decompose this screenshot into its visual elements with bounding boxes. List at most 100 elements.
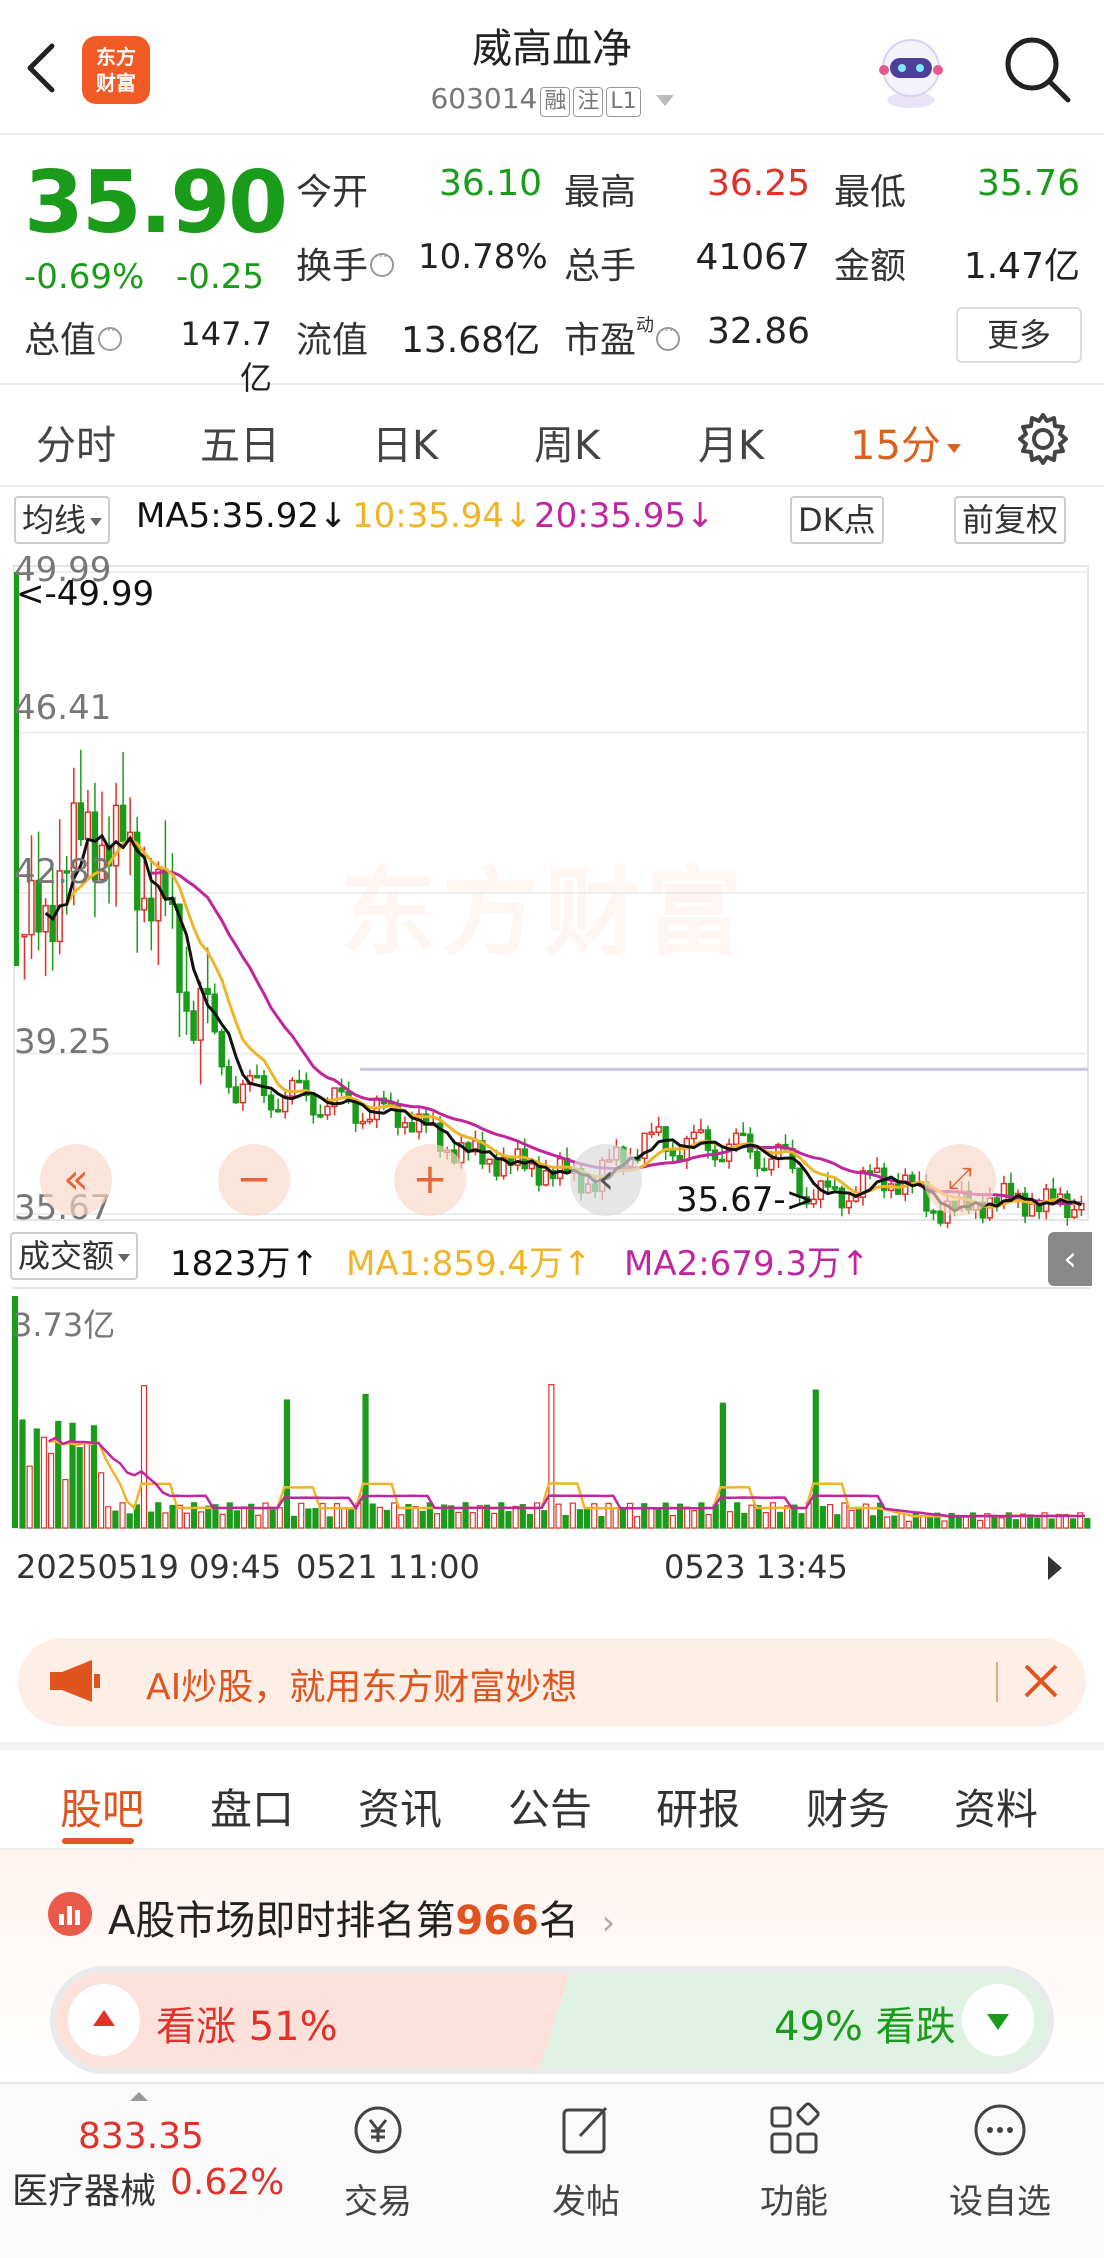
volume-bar bbox=[555, 1503, 562, 1529]
grid-features-icon bbox=[770, 2102, 820, 2154]
tab-profile[interactable]: 资料 bbox=[954, 1776, 1038, 1837]
ai-banner[interactable]: AI炒股，就用东方财富妙想 bbox=[18, 1638, 1086, 1726]
nav-add-watchlist[interactable]: 设自选 bbox=[930, 2100, 1070, 2223]
tab-announcements[interactable]: 公告 bbox=[508, 1776, 592, 1837]
volume-bar bbox=[784, 1505, 791, 1529]
collapse-arrow-icon[interactable]: ‹ bbox=[1048, 1232, 1092, 1286]
ranking-text[interactable]: A股市场即时排名第966名 › bbox=[108, 1888, 615, 1946]
volume-chart[interactable] bbox=[0, 1286, 1104, 1530]
candle bbox=[183, 991, 190, 1012]
min-price-marker: 35.67-> bbox=[676, 1180, 815, 1220]
ma10-value: 10:35.94↓ bbox=[352, 496, 533, 536]
amount-label: 金额 bbox=[834, 246, 907, 287]
candle bbox=[993, 1197, 1001, 1204]
tab-intraday[interactable]: 分时 bbox=[36, 413, 116, 471]
candle bbox=[155, 868, 162, 922]
volume-bar bbox=[691, 1510, 698, 1529]
volume-bar bbox=[305, 1508, 312, 1529]
tab-weekly-k[interactable]: 周K bbox=[534, 413, 600, 471]
ma-toggle[interactable]: 均线 bbox=[14, 496, 111, 544]
tab-finance[interactable]: 财务 bbox=[806, 1776, 890, 1837]
pe-label[interactable]: 市盈动 bbox=[564, 311, 681, 363]
play-right-icon[interactable] bbox=[1048, 1556, 1062, 1580]
candle bbox=[845, 1200, 853, 1209]
volume-bar bbox=[962, 1516, 969, 1529]
arrow-down-icon[interactable] bbox=[962, 1984, 1034, 2056]
edit-post-icon bbox=[562, 2106, 608, 2154]
volume-bar bbox=[383, 1509, 391, 1529]
volume-bar bbox=[198, 1511, 205, 1529]
tab-orderbook[interactable]: 盘口 bbox=[210, 1776, 294, 1837]
volume-label: 总手 bbox=[564, 246, 637, 287]
volume-toggle[interactable]: 成交额 bbox=[10, 1232, 139, 1280]
volume-bar bbox=[612, 1508, 619, 1529]
settings-gear-icon[interactable] bbox=[1014, 410, 1072, 468]
volume-bar bbox=[40, 1436, 48, 1529]
more-dots-icon bbox=[974, 2104, 1026, 2156]
zoom-out-icon[interactable]: − bbox=[218, 1144, 290, 1216]
tab-monthly-k[interactable]: 月K bbox=[698, 413, 764, 471]
candle bbox=[761, 1167, 768, 1172]
volume-bar bbox=[341, 1507, 348, 1529]
active-tab-underline bbox=[62, 1838, 134, 1844]
volume-bar bbox=[376, 1506, 383, 1529]
nav-post[interactable]: 发帖 bbox=[516, 2100, 656, 2223]
tab-15min[interactable]: 15分 bbox=[850, 413, 961, 471]
pe-label-text: 市盈 bbox=[564, 320, 637, 361]
y-label-3: 42.83 bbox=[14, 852, 112, 892]
arrow-up-icon[interactable] bbox=[68, 1984, 140, 2056]
ma5-value: MA5:35.92↓ bbox=[136, 496, 348, 536]
volume-bar bbox=[541, 1510, 548, 1529]
ma20-value: 20:35.95↓ bbox=[534, 496, 715, 536]
volume-bar bbox=[455, 1511, 462, 1529]
scroll-left-fast-icon[interactable]: « bbox=[40, 1144, 112, 1216]
dk-point-button[interactable]: DK点 bbox=[790, 496, 884, 544]
volume-bar bbox=[762, 1512, 769, 1529]
tab-research[interactable]: 研报 bbox=[656, 1776, 740, 1837]
tab-daily-k[interactable]: 日K bbox=[372, 413, 438, 471]
header: 东方 财富 威高血净 603014 融注 L1 bbox=[0, 0, 1104, 135]
volume-bar bbox=[548, 1384, 555, 1529]
open-label: 今开 bbox=[296, 172, 369, 213]
candle bbox=[648, 1131, 655, 1135]
volume-bar bbox=[576, 1509, 584, 1529]
vote-up-label: 看涨 51% bbox=[156, 2004, 338, 2050]
fullscreen-icon[interactable]: ⤢ bbox=[924, 1144, 996, 1216]
close-icon[interactable] bbox=[1016, 1654, 1066, 1706]
market-cap-label[interactable]: 总值 bbox=[24, 311, 123, 363]
search-icon[interactable] bbox=[998, 30, 1076, 108]
candle bbox=[873, 1167, 881, 1173]
kline-chart[interactable]: 东方财富 49.99 <-49.99 46.41 42.83 39.25 35.… bbox=[0, 550, 1104, 1230]
candle bbox=[14, 572, 19, 967]
volume-bar bbox=[62, 1479, 69, 1529]
volume-bar bbox=[398, 1514, 405, 1529]
candle bbox=[486, 1158, 493, 1165]
nav-trade[interactable]: 交易 bbox=[308, 2100, 448, 2223]
nav-features-label: 功能 bbox=[760, 2182, 828, 2222]
change-amount: -0.25 bbox=[176, 257, 264, 297]
bottom-bar: 833.35 医疗器械 0.62% 交易 发帖 功能 设自选 bbox=[0, 2082, 1104, 2258]
volume-bar bbox=[369, 1503, 376, 1529]
tab-forum[interactable]: 股吧 bbox=[60, 1776, 144, 1837]
ranking-prefix: A股市场即时排名第 bbox=[108, 1898, 456, 1944]
scroll-left-icon[interactable]: ‹ bbox=[570, 1144, 642, 1216]
volume-bar bbox=[112, 1510, 119, 1529]
candle bbox=[831, 1186, 839, 1190]
adjust-mode-button[interactable]: 前复权 bbox=[954, 496, 1067, 544]
ranking-section: A股市场即时排名第966名 › 看涨 51% 49% 看跌 bbox=[0, 1850, 1104, 2080]
time-axis: 20250519 09:45 0521 11:00 0523 13:45 bbox=[0, 1548, 1104, 1598]
volume-bar bbox=[90, 1425, 98, 1529]
more-button[interactable]: 更多 bbox=[956, 307, 1082, 363]
volume-toggle-label: 成交额 bbox=[18, 1237, 115, 1275]
content-tabs: 股吧 盘口 资讯 公告 研报 财务 资料 bbox=[0, 1742, 1104, 1850]
nav-features[interactable]: 功能 bbox=[724, 2100, 864, 2223]
candle bbox=[493, 1158, 500, 1177]
volume-bar bbox=[834, 1514, 841, 1529]
volume-bar bbox=[869, 1515, 877, 1529]
zoom-in-icon[interactable]: + bbox=[394, 1144, 466, 1216]
robot-assistant-icon[interactable] bbox=[870, 30, 952, 112]
tab-news[interactable]: 资讯 bbox=[358, 1776, 442, 1837]
turnover-label[interactable]: 换手 bbox=[296, 237, 395, 289]
volume-bar bbox=[233, 1510, 241, 1529]
tab-five-day[interactable]: 五日 bbox=[200, 413, 280, 471]
